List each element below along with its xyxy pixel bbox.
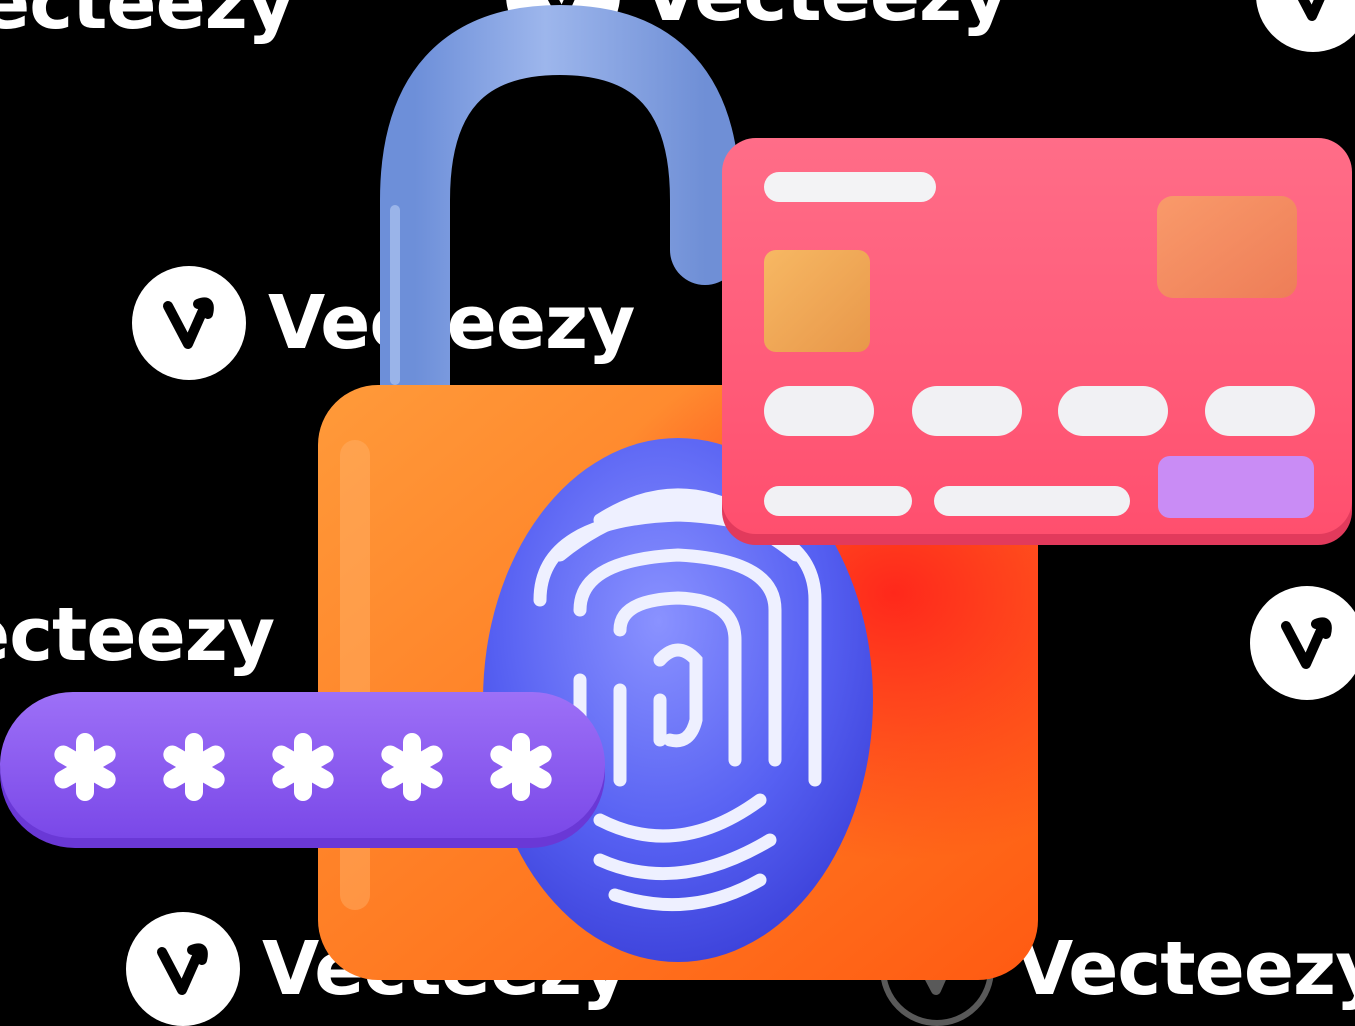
padlock-shackle xyxy=(380,4,740,425)
password-field-icon xyxy=(0,692,605,848)
security-illustration xyxy=(0,4,1352,980)
credit-card-icon xyxy=(722,138,1352,545)
